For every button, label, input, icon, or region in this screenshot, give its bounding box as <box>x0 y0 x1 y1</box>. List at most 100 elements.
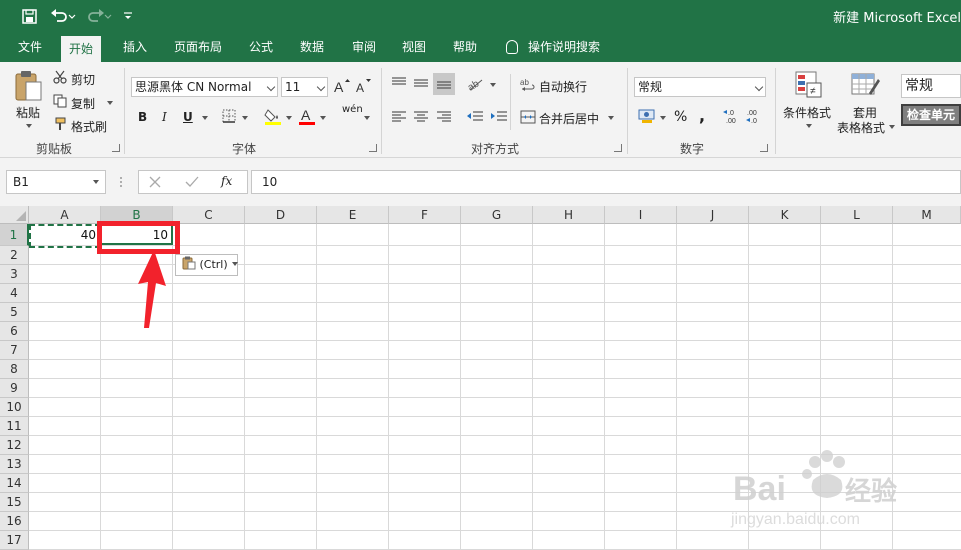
row-header-6[interactable]: 6 <box>0 322 29 341</box>
increase-decimal-icon[interactable]: .0.00 <box>722 107 740 128</box>
column-header-h[interactable]: H <box>533 206 605 224</box>
conditional-formatting-button[interactable]: 条件格式 <box>783 104 831 121</box>
align-top-icon[interactable] <box>391 76 407 93</box>
cell-style-check-cell[interactable]: 检查单元 <box>901 104 961 126</box>
align-bottom-button[interactable] <box>433 73 455 95</box>
copy-button[interactable]: 复制 <box>71 95 95 112</box>
row-header-4[interactable]: 4 <box>0 284 29 303</box>
column-header-m[interactable]: M <box>893 206 961 224</box>
copy-dropdown-caret[interactable] <box>107 101 113 105</box>
row-header-3[interactable]: 3 <box>0 265 29 284</box>
phonetic-guide-button[interactable]: wén <box>342 104 363 115</box>
increase-indent-icon[interactable] <box>490 110 508 127</box>
enter-check-icon[interactable] <box>185 176 199 191</box>
tab-review[interactable]: 审阅 <box>344 33 384 62</box>
column-header-i[interactable]: I <box>605 206 677 224</box>
orientation-dropdown-caret[interactable] <box>490 83 496 87</box>
cancel-icon[interactable] <box>149 176 161 191</box>
row-header-15[interactable]: 15 <box>0 493 29 512</box>
align-left-icon[interactable] <box>391 110 407 127</box>
column-header-k[interactable]: K <box>749 206 821 224</box>
align-right-icon[interactable] <box>436 110 452 127</box>
decrease-decimal-icon[interactable]: .00.0 <box>745 107 763 128</box>
font-launcher-icon[interactable] <box>369 144 377 152</box>
customize-quick-access-icon[interactable] <box>120 6 136 26</box>
column-header-c[interactable]: C <box>173 206 245 224</box>
column-header-e[interactable]: E <box>317 206 389 224</box>
format-painter-button[interactable]: 格式刷 <box>71 118 107 135</box>
merge-dropdown-caret[interactable] <box>608 116 614 120</box>
accounting-format-icon[interactable] <box>638 108 656 127</box>
tell-me-search[interactable]: 操作说明搜索 <box>506 33 600 62</box>
number-launcher-icon[interactable] <box>760 144 768 152</box>
name-box-dropdown-caret[interactable] <box>93 180 99 184</box>
row-header-12[interactable]: 12 <box>0 436 29 455</box>
row-header-13[interactable]: 13 <box>0 455 29 474</box>
tab-page-layout[interactable]: 页面布局 <box>166 33 230 62</box>
font-color-icon[interactable]: A <box>298 107 316 128</box>
format-as-table-line2[interactable]: 表格格式 <box>837 119 885 136</box>
font-color-dropdown-caret[interactable] <box>320 116 326 120</box>
formula-input[interactable]: 10 <box>251 170 961 194</box>
row-header-16[interactable]: 16 <box>0 512 29 531</box>
accounting-dropdown-caret[interactable] <box>660 116 666 120</box>
tab-home[interactable]: 开始 <box>61 36 102 62</box>
paste-dropdown-caret[interactable] <box>26 124 32 128</box>
row-header-2[interactable]: 2 <box>0 246 29 265</box>
clipboard-launcher-icon[interactable] <box>112 144 120 152</box>
row-header-17[interactable]: 17 <box>0 531 29 550</box>
underline-dropdown-caret[interactable] <box>202 116 208 120</box>
undo-icon[interactable] <box>48 6 78 26</box>
tab-insert[interactable]: 插入 <box>115 33 155 62</box>
number-format-select[interactable]: 常规 <box>634 77 766 97</box>
row-header-5[interactable]: 5 <box>0 303 29 322</box>
tab-file[interactable]: 文件 <box>10 33 50 62</box>
increase-font-size-icon[interactable]: A <box>334 78 350 97</box>
merge-center-button[interactable]: 合并后居中 <box>539 110 599 127</box>
save-icon[interactable] <box>18 6 40 26</box>
borders-dropdown-caret[interactable] <box>242 116 248 120</box>
row-header-7[interactable]: 7 <box>0 341 29 360</box>
paste-button[interactable]: 粘贴 <box>16 104 40 121</box>
insert-function-button[interactable]: fx <box>221 174 232 188</box>
align-middle-icon[interactable] <box>413 76 429 93</box>
bold-button[interactable]: B <box>138 110 147 124</box>
tab-formulas[interactable]: 公式 <box>241 33 281 62</box>
cut-button[interactable]: 剪切 <box>71 71 95 88</box>
select-all-button[interactable] <box>0 206 29 224</box>
tab-view[interactable]: 视图 <box>394 33 434 62</box>
row-header-9[interactable]: 9 <box>0 379 29 398</box>
column-header-a[interactable]: A <box>29 206 101 224</box>
alignment-launcher-icon[interactable] <box>614 144 622 152</box>
tab-help[interactable]: 帮助 <box>445 33 485 62</box>
paste-icon[interactable] <box>14 70 44 105</box>
column-header-g[interactable]: G <box>461 206 533 224</box>
row-header-14[interactable]: 14 <box>0 474 29 493</box>
row-header-1[interactable]: 1 <box>0 224 29 246</box>
conditional-formatting-caret[interactable] <box>806 124 812 128</box>
font-name-select[interactable]: 思源黑体 CN Normal <box>131 77 278 97</box>
decrease-indent-icon[interactable] <box>466 110 484 127</box>
name-box[interactable]: B1 <box>6 170 106 194</box>
row-header-10[interactable]: 10 <box>0 398 29 417</box>
row-header-8[interactable]: 8 <box>0 360 29 379</box>
borders-icon[interactable] <box>222 109 236 126</box>
fill-color-icon[interactable] <box>264 107 282 128</box>
column-header-l[interactable]: L <box>821 206 893 224</box>
fill-color-dropdown-caret[interactable] <box>286 116 292 120</box>
cell-style-normal[interactable]: 常规 <box>901 74 961 98</box>
format-as-table-caret[interactable] <box>889 125 895 129</box>
decrease-font-size-icon[interactable]: A <box>356 78 372 97</box>
redo-icon[interactable] <box>84 6 114 26</box>
orientation-icon[interactable]: ab <box>466 74 486 95</box>
percent-style-button[interactable]: % <box>674 109 687 125</box>
tab-data[interactable]: 数据 <box>292 33 332 62</box>
paste-options-button[interactable]: (Ctrl) <box>175 254 239 276</box>
comma-style-button[interactable]: , <box>699 106 705 125</box>
column-header-f[interactable]: F <box>389 206 461 224</box>
underline-button[interactable]: U <box>183 110 193 124</box>
row-header-11[interactable]: 11 <box>0 417 29 436</box>
column-header-j[interactable]: J <box>677 206 749 224</box>
align-center-icon[interactable] <box>413 110 429 127</box>
wrap-text-button[interactable]: 自动换行 <box>539 78 587 95</box>
